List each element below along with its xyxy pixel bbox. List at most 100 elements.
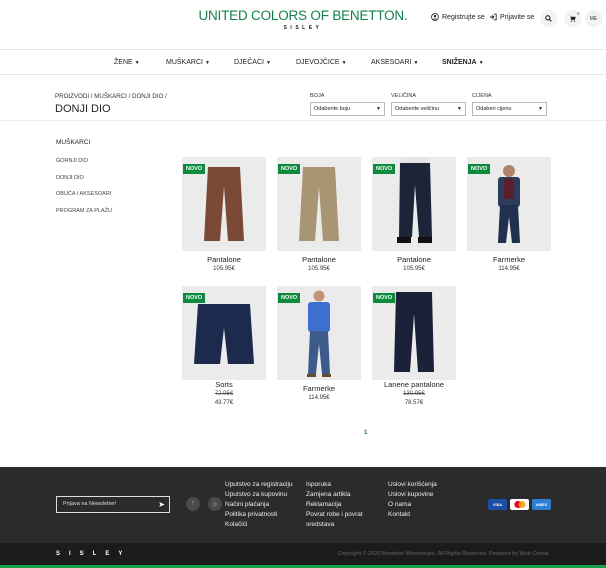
footer-bottom-bar: SISLEY Copyright © 2020 Benetton Montene… bbox=[0, 543, 606, 565]
product-name[interactable]: Lanene pantalone bbox=[372, 380, 456, 389]
product-name[interactable]: Sorts bbox=[182, 380, 266, 389]
nav-label: AKSESOARI bbox=[371, 59, 412, 66]
footer-link[interactable]: Kontakt bbox=[388, 510, 437, 520]
new-badge: NOVO bbox=[183, 293, 206, 303]
mastercard-icon bbox=[510, 499, 529, 510]
footer-link[interactable]: Politika privatnosti bbox=[225, 510, 293, 520]
product-image[interactable]: NOVO bbox=[277, 286, 361, 380]
product-image[interactable]: NOVO bbox=[182, 286, 266, 380]
footer-link[interactable]: Načini plaćanja bbox=[225, 500, 293, 510]
instagram-icon[interactable]: ◎ bbox=[208, 497, 222, 511]
login-icon bbox=[489, 13, 497, 21]
chevron-down-icon: ▼ bbox=[538, 106, 543, 112]
chevron-down-icon: ▼ bbox=[204, 60, 210, 66]
select-value: Odaberi cijenu bbox=[476, 106, 512, 112]
product-old-price: 130.95€ bbox=[403, 391, 425, 397]
sidebar-item-plaza[interactable]: PROGRAM ZA PLAŽU bbox=[56, 208, 112, 214]
new-badge: NOVO bbox=[468, 164, 491, 174]
send-icon[interactable]: ➤ bbox=[158, 500, 165, 509]
product-image[interactable]: NOVO bbox=[372, 157, 456, 251]
nav-item-aksesoari[interactable]: AKSESOARI ▼ bbox=[371, 59, 418, 66]
nav-label: DJEVOJČICE bbox=[296, 59, 340, 66]
chevron-down-icon: ▼ bbox=[134, 60, 140, 66]
login-label: Prijavite se bbox=[500, 13, 535, 21]
nav-label: MUŠKARCI bbox=[166, 59, 203, 66]
filter-label-color: BOJA bbox=[310, 93, 325, 99]
footer-link[interactable]: O nama bbox=[388, 500, 437, 510]
product-price: 105.95€ bbox=[403, 266, 425, 272]
product-name[interactable]: Farmerke bbox=[467, 255, 551, 264]
product-name[interactable]: Pantalone bbox=[372, 255, 456, 264]
search-button[interactable] bbox=[540, 10, 557, 27]
footer-link[interactable]: Isporuka bbox=[306, 480, 363, 490]
color-filter-select[interactable]: Odaberite boju ▼ bbox=[310, 102, 385, 116]
page-title: DONJI DIO bbox=[55, 103, 111, 115]
copyright-text: Copyright © 2020 Benetton Montenegro. Al… bbox=[337, 551, 550, 557]
register-label: Registrujte se bbox=[442, 13, 485, 21]
product-price: 105.95€ bbox=[213, 266, 235, 272]
nav-item-muskarci[interactable]: MUŠKARCI ▼ bbox=[166, 59, 210, 66]
footer-link[interactable]: Kolačići bbox=[225, 520, 293, 530]
nav-item-djevojcice[interactable]: DJEVOJČICE ▼ bbox=[296, 59, 347, 66]
product-image[interactable]: NOVO bbox=[467, 157, 551, 251]
footer-column-3: Uslovi korišćenja Uslovi kupovine O nama… bbox=[388, 480, 437, 520]
mastercard-logo bbox=[513, 500, 526, 509]
nav-item-zene[interactable]: ŽENE ▼ bbox=[114, 59, 140, 66]
new-badge: NOVO bbox=[278, 293, 301, 303]
product-name[interactable]: Pantalone bbox=[182, 255, 266, 264]
product-image[interactable]: NOVO bbox=[182, 157, 266, 251]
footer-link[interactable]: Povrat robe i povrat bbox=[306, 510, 363, 520]
footer-column-1: Uputstvo za registraciju Uputstvo za kup… bbox=[225, 480, 293, 530]
new-badge: NOVO bbox=[373, 164, 396, 174]
size-filter-select[interactable]: Odaberite veličinu ▼ bbox=[391, 102, 466, 116]
footer-link[interactable]: sredstava bbox=[306, 520, 363, 530]
site-footer: Prijava na Newsletter! ➤ f ◎ Uputstvo za… bbox=[0, 467, 606, 543]
nav-item-snizenja[interactable]: SNIŽENJA ▼ bbox=[442, 59, 484, 66]
register-link[interactable]: Registrujte se bbox=[431, 13, 485, 21]
footer-column-2: Isporuka Zamjena artikla Reklamacija Pov… bbox=[306, 480, 363, 530]
sidebar-heading: MUŠKARCI bbox=[56, 139, 91, 146]
select-value: Odaberite veličinu bbox=[395, 106, 440, 112]
breadcrumb[interactable]: PROIZVODI / MUŠKARCI / DONJI DIO / bbox=[55, 93, 167, 100]
new-badge: NOVO bbox=[278, 164, 301, 174]
sisley-logo[interactable]: SISLEY bbox=[56, 551, 131, 557]
footer-link[interactable]: Uslovi korišćenja bbox=[388, 480, 437, 490]
new-badge: NOVO bbox=[373, 293, 396, 303]
sidebar-item-donji-dio[interactable]: DONJI DIO bbox=[56, 175, 84, 181]
brand-sublogo: SISLEY bbox=[283, 25, 323, 31]
pagination-page[interactable]: 1 bbox=[364, 430, 367, 436]
language-button[interactable]: ME bbox=[585, 10, 602, 27]
visa-icon: VISA bbox=[488, 499, 507, 510]
nav-label: ŽENE bbox=[114, 59, 133, 66]
chevron-down-icon: ▼ bbox=[376, 106, 381, 112]
footer-link[interactable]: Uputstvo za registraciju bbox=[225, 480, 293, 490]
footer-link[interactable]: Zamjena artikla bbox=[306, 490, 363, 500]
chevron-down-icon: ▼ bbox=[457, 106, 462, 112]
product-price: 43.77€ bbox=[214, 400, 234, 406]
filter-label-price: CIJENA bbox=[472, 93, 492, 99]
select-value: Odaberite boju bbox=[314, 106, 351, 112]
footer-link[interactable]: Uputstvo za kupovinu bbox=[225, 490, 293, 500]
footer-link[interactable]: Uslovi kupovine bbox=[388, 490, 437, 500]
nav-item-djecaci[interactable]: DJEČACI ▼ bbox=[234, 59, 271, 66]
user-icon bbox=[431, 13, 439, 21]
newsletter-placeholder: Prijava na Newsletter! bbox=[63, 501, 117, 507]
login-link[interactable]: Prijavite se bbox=[489, 13, 534, 21]
sidebar-item-obuca[interactable]: OBUĆA I AKSESOARI bbox=[56, 191, 111, 197]
product-name[interactable]: Farmerke bbox=[277, 384, 361, 393]
category-header: PROIZVODI / MUŠKARCI / DONJI DIO / DONJI… bbox=[0, 89, 606, 121]
search-icon bbox=[545, 15, 552, 22]
product-name[interactable]: Pantalone bbox=[277, 255, 361, 264]
product-image[interactable]: NOVO bbox=[372, 286, 456, 380]
footer-link[interactable]: Reklamacija bbox=[306, 500, 363, 510]
facebook-icon[interactable]: f bbox=[186, 497, 200, 511]
newsletter-input[interactable]: Prijava na Newsletter! ➤ bbox=[56, 496, 170, 513]
site-header: UNITED COLORS OF BENETTON. SISLEY Regist… bbox=[0, 0, 606, 50]
sidebar-item-gornji-dio[interactable]: GORNJI DIO bbox=[56, 158, 88, 164]
chevron-down-icon: ▼ bbox=[341, 60, 347, 66]
price-filter-select[interactable]: Odaberi cijenu ▼ bbox=[472, 102, 547, 116]
cart-icon bbox=[569, 15, 576, 22]
main-nav: ŽENE ▼ MUŠKARCI ▼ DJEČACI ▼ DJEVOJČICE ▼ AKS… bbox=[0, 51, 606, 75]
cart-count: 0 bbox=[577, 11, 580, 16]
product-image[interactable]: NOVO bbox=[277, 157, 361, 251]
